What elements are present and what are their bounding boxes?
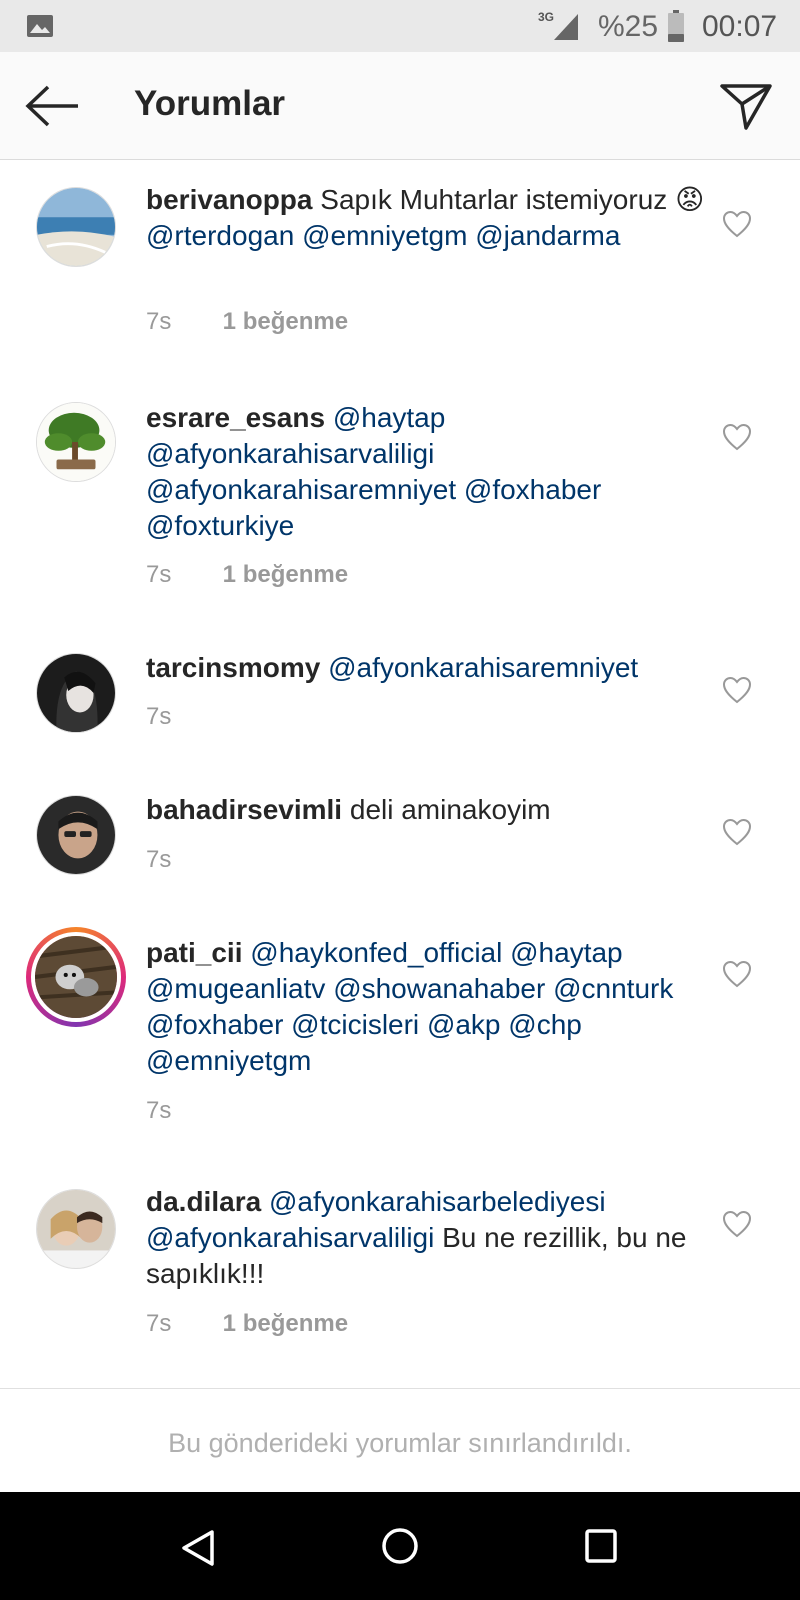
comment-body-text (456, 474, 464, 505)
avatar-story-ring[interactable] (26, 927, 126, 1027)
status-bar: 3G %25 00:07 (0, 0, 800, 52)
comment-body-text (261, 1186, 269, 1217)
divider (0, 1388, 800, 1389)
mention-link[interactable]: @afyonkarahisaremniyet (146, 474, 456, 505)
comment-text: bahadirsevimli deli aminakoyim (146, 792, 706, 828)
heart-outline-icon[interactable] (722, 1210, 752, 1238)
avatar[interactable] (36, 402, 116, 482)
status-clock: 00:07 (702, 10, 778, 43)
avatar[interactable] (36, 1189, 116, 1269)
mention-link[interactable]: @emniyetgm (302, 220, 467, 251)
comment-username[interactable]: berivanoppa (146, 184, 312, 215)
avatar-image (37, 403, 115, 481)
mention-link[interactable]: @mugeanliatv (146, 973, 325, 1004)
comment-meta: 7s 1 beğenme (146, 561, 348, 589)
avatar[interactable] (36, 653, 116, 733)
comment-body-text (545, 973, 553, 1004)
page-title: Yorumlar (134, 84, 286, 123)
comment-username[interactable]: tarcinsmomy (146, 652, 320, 683)
comment-text: da.dilara @afyonkarahisarbelediyesi @afy… (146, 1184, 706, 1292)
mention-link[interactable]: @jandarma (475, 220, 620, 251)
mention-link[interactable]: @haytap (333, 402, 446, 433)
comment-text: berivanoppa Sapık Muhtarlar istemiyoruz … (146, 182, 706, 254)
comment-username[interactable]: esrare_esans (146, 402, 325, 433)
mention-link[interactable]: @afyonkarahisarvaliligi (146, 438, 434, 469)
circle-home-icon[interactable] (380, 1526, 420, 1566)
header: Yorumlar (0, 52, 800, 160)
comment-time: 7s (146, 561, 172, 588)
avatar-image (37, 796, 115, 874)
heart-outline-icon[interactable] (722, 818, 752, 846)
heart-outline-icon[interactable] (722, 960, 752, 988)
heart-outline-icon[interactable] (722, 210, 752, 238)
angry-face-emoji: 😡 (675, 184, 705, 215)
mention-link[interactable]: @chp (508, 1009, 582, 1040)
app-screen: 3G %25 00:07 Yorumlar berivanoppa Sapık … (0, 0, 800, 1600)
mention-link[interactable]: @emniyetgm (146, 1045, 311, 1076)
system-nav-bar (0, 1492, 800, 1600)
battery-icon (668, 10, 684, 42)
mention-link[interactable]: @haytap (510, 937, 623, 968)
comment-username[interactable]: bahadirsevimli (146, 794, 342, 825)
mention-link[interactable]: @foxturkiye (146, 510, 294, 541)
comment-time: 7s (146, 308, 172, 335)
paper-plane-icon[interactable] (718, 80, 774, 132)
comment-time: 7s (146, 846, 172, 873)
avatar-image (37, 654, 115, 732)
comment-meta: 7s 1 beğenme (146, 308, 348, 336)
comment-text: esrare_esans @haytap @afyonkarahisarvali… (146, 400, 706, 544)
comment-text: tarcinsmomy @afyonkarahisaremniyet (146, 650, 706, 686)
comment-time: 7s (146, 1097, 172, 1124)
mention-link[interactable]: @foxhaber (146, 1009, 283, 1040)
comment-meta: 7s (146, 703, 216, 731)
triangle-back-icon[interactable] (180, 1528, 216, 1568)
mention-link[interactable]: @rterdogan (146, 220, 294, 251)
comment-meta: 7s (146, 846, 216, 874)
comment-body-text (502, 937, 510, 968)
comment-time: 7s (146, 703, 172, 730)
comment-username[interactable]: da.dilara (146, 1186, 261, 1217)
heart-outline-icon[interactable] (722, 676, 752, 704)
mention-link[interactable]: @showanahaber (333, 973, 545, 1004)
comment-body-text (419, 1009, 427, 1040)
comment-likes[interactable]: 1 beğenme (223, 1310, 348, 1337)
comments-restricted-notice: Bu gönderideki yorumlar sınırlandırıldı. (168, 1428, 632, 1458)
avatar[interactable] (36, 795, 116, 875)
avatar-image (37, 188, 115, 266)
comment-body-text (283, 1009, 291, 1040)
comment-meta: 7s (146, 1097, 216, 1125)
comment-username[interactable]: pati_cii (146, 937, 242, 968)
signal-icon (554, 14, 578, 40)
comment-time: 7s (146, 1310, 172, 1337)
mention-link[interactable]: @cnnturk (553, 973, 673, 1004)
avatar (31, 932, 121, 1022)
gallery-notification-icon (27, 15, 53, 37)
mention-link[interactable]: @afyonkarahisarvaliligi (146, 1222, 434, 1253)
mention-link[interactable]: @tcicisleri (291, 1009, 419, 1040)
comment-body-text: deli aminakoyim (342, 794, 551, 825)
comment-likes[interactable]: 1 beğenme (223, 308, 348, 335)
heart-outline-icon[interactable] (722, 423, 752, 451)
mention-link[interactable]: @foxhaber (464, 474, 601, 505)
comment-body-text (320, 652, 328, 683)
avatar-image (37, 1190, 115, 1268)
mention-link[interactable]: @afyonkarahisarbelediyesi (269, 1186, 606, 1217)
avatar-image (35, 936, 117, 1018)
battery-percentage: %25 (598, 10, 659, 43)
comment-text: pati_cii @haykonfed_official @haytap @mu… (146, 935, 706, 1079)
comment-body-text (325, 402, 333, 433)
mention-link[interactable]: @afyonkarahisaremniyet (328, 652, 638, 683)
avatar[interactable] (36, 187, 116, 267)
mention-link[interactable]: @haykonfed_official (250, 937, 502, 968)
mention-link[interactable]: @akp (427, 1009, 501, 1040)
comment-body-text (294, 220, 302, 251)
comment-meta: 7s 1 beğenme (146, 1310, 348, 1338)
arrow-left-icon[interactable] (24, 84, 80, 128)
square-recents-icon[interactable] (584, 1528, 618, 1564)
comment-likes[interactable]: 1 beğenme (223, 561, 348, 588)
comment-body-text: Sapık Muhtarlar istemiyoruz (312, 184, 676, 215)
